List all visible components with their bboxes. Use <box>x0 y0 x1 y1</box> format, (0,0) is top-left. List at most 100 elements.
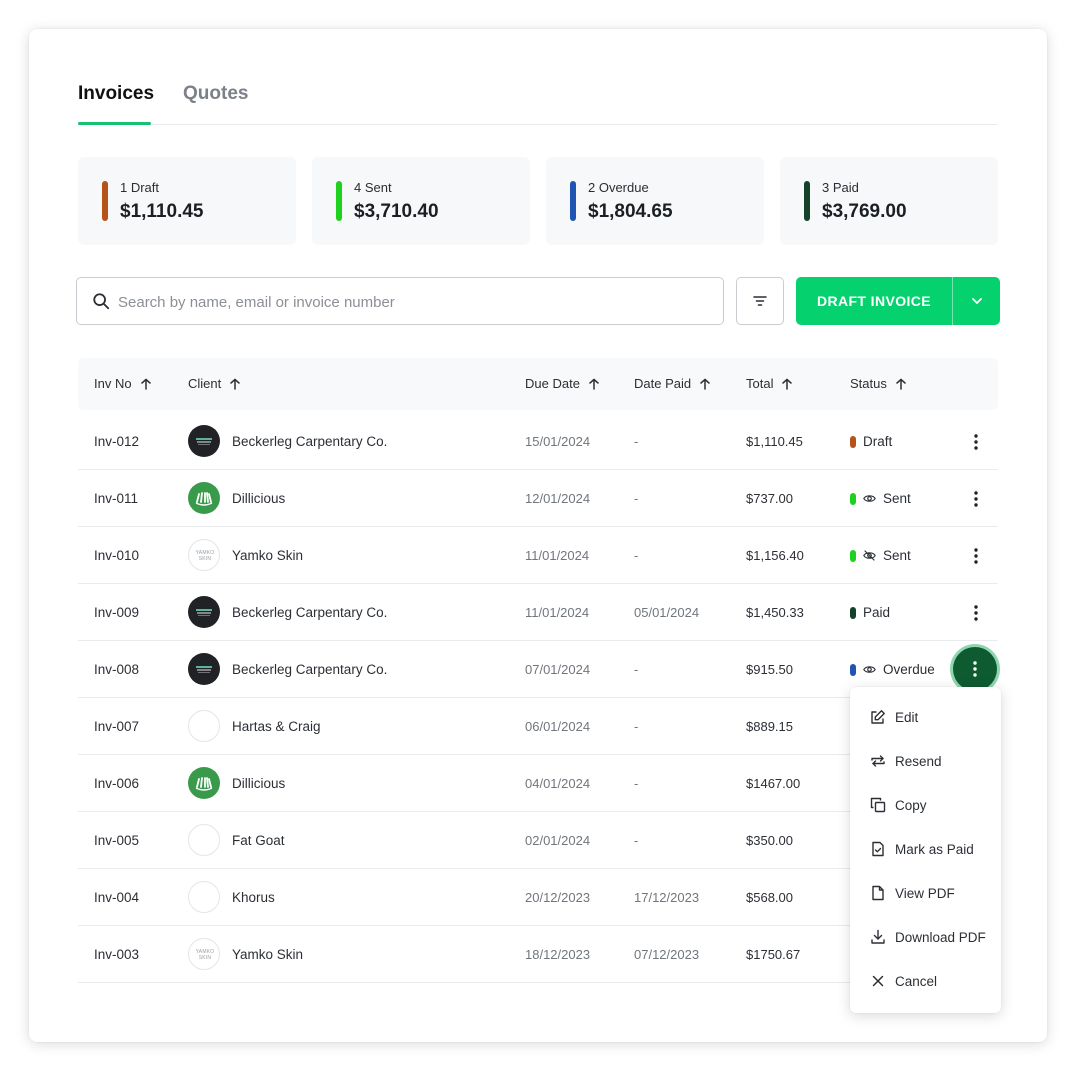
col-due-date[interactable]: Due Date <box>525 358 600 410</box>
search-input[interactable] <box>118 288 708 316</box>
date-paid: - <box>634 662 639 677</box>
kebab-menu-icon <box>974 548 978 564</box>
sort-arrow-icon <box>589 378 599 390</box>
client-name[interactable]: Beckerleg Carpentary Co. <box>232 584 387 641</box>
row-actions-button[interactable] <box>960 426 992 458</box>
menu-item-cancel[interactable]: Cancel <box>850 959 1001 1003</box>
menu-item-label: Cancel <box>895 973 938 989</box>
menu-item-edit[interactable]: Edit <box>850 695 1001 739</box>
table-header: Inv No Client Due Date Date Paid Total S… <box>78 358 998 410</box>
header-label: Due Date <box>525 376 580 391</box>
client-name[interactable]: Beckerleg Carpentary Co. <box>232 413 387 470</box>
invoice-number: Inv-009 <box>94 605 140 620</box>
eye-icon <box>863 663 876 676</box>
menu-item-label: Download PDF <box>895 929 986 945</box>
eye-off-icon <box>863 549 876 562</box>
date-paid: - <box>634 491 639 506</box>
client-name[interactable]: Hartas & Craig <box>232 698 321 755</box>
row-actions-button[interactable] <box>953 647 997 691</box>
summary-amount: $1,110.45 <box>120 201 204 222</box>
row-actions-button[interactable] <box>960 597 992 629</box>
status-indicator <box>850 663 856 676</box>
client-name[interactable]: Khorus <box>232 869 275 926</box>
invoice-number: Inv-010 <box>94 548 140 563</box>
col-status[interactable]: Status <box>850 358 907 410</box>
table-row[interactable]: Inv-010 YAMKO SKIN Yamko Skin 11/01/2024 - $1… <box>78 527 998 584</box>
client-name[interactable]: Yamko Skin <box>232 527 303 584</box>
client-avatar <box>188 425 220 457</box>
due-date: 07/01/2024 <box>525 662 591 677</box>
row-actions-button[interactable] <box>960 483 992 515</box>
tab-quotes[interactable]: Quotes <box>183 83 248 105</box>
date-paid: - <box>634 833 639 848</box>
client-name[interactable]: Fat Goat <box>232 812 285 869</box>
col-inv-no[interactable]: Inv No <box>94 358 152 410</box>
menu-item-view-pdf[interactable]: View PDF <box>850 871 1001 915</box>
col-date-paid[interactable]: Date Paid <box>634 358 711 410</box>
draft-invoice-label[interactable]: DRAFT INVOICE <box>796 277 952 325</box>
status-text: Sent <box>883 548 911 563</box>
summary-cards: 1 Draft $1,110.45 4 Sent $3,710.40 2 Ove… <box>78 157 998 245</box>
due-date: 20/12/2023 <box>525 890 591 905</box>
summary-card-paid[interactable]: 3 Paid $3,769.00 <box>780 157 998 245</box>
menu-item-label: Copy <box>895 797 927 813</box>
filter-button[interactable] <box>736 277 784 325</box>
status-text: Sent <box>883 491 911 506</box>
resend-icon <box>870 753 886 769</box>
search-box <box>76 277 724 325</box>
chevron-down-icon <box>971 298 982 304</box>
mark-paid-icon <box>870 841 886 857</box>
status-indicator <box>850 435 856 448</box>
table-row[interactable]: Inv-009 Beckerleg Carpentary Co. 11/01/202… <box>78 584 998 641</box>
menu-item-resend[interactable]: Resend <box>850 739 1001 783</box>
table-row[interactable]: Inv-011 Dillicious 12/01/2024 - $737.00 Sent <box>78 470 998 527</box>
client-avatar <box>188 767 220 799</box>
invoice-number: Inv-003 <box>94 947 140 962</box>
kebab-menu-icon <box>973 661 977 677</box>
client-name[interactable]: Beckerleg Carpentary Co. <box>232 641 387 698</box>
summary-card-sent[interactable]: 4 Sent $3,710.40 <box>312 157 530 245</box>
client-name[interactable]: Dillicious <box>232 470 285 527</box>
status-color-bar <box>336 181 342 221</box>
table-row[interactable]: Inv-012 Beckerleg Carpentary Co. 15/01/202… <box>78 413 998 470</box>
menu-item-copy[interactable]: Copy <box>850 783 1001 827</box>
invoice-total: $737.00 <box>746 491 793 506</box>
due-date: 04/01/2024 <box>525 776 591 791</box>
status-text: Draft <box>863 434 893 449</box>
date-paid: 17/12/2023 <box>634 890 700 905</box>
active-tab-indicator <box>78 122 151 125</box>
row-actions-button[interactable] <box>960 540 992 572</box>
sort-arrow-icon <box>140 378 151 390</box>
header-label: Status <box>850 376 887 391</box>
client-name[interactable]: Dillicious <box>232 755 285 812</box>
menu-item-mark-as-paid[interactable]: Mark as Paid <box>850 827 1001 871</box>
edit-icon <box>870 709 886 725</box>
summary-amount: $3,769.00 <box>822 201 907 222</box>
invoice-total: $568.00 <box>746 890 793 905</box>
menu-item-label: Edit <box>895 709 919 725</box>
col-client[interactable]: Client <box>188 358 241 410</box>
col-total[interactable]: Total <box>746 358 793 410</box>
summary-card-draft[interactable]: 1 Draft $1,110.45 <box>78 157 296 245</box>
tab-invoices[interactable]: Invoices <box>78 83 154 105</box>
due-date: 18/12/2023 <box>525 947 591 962</box>
summary-label: 4 Sent <box>354 180 392 195</box>
client-avatar <box>188 482 220 514</box>
draft-options-toggle[interactable] <box>953 277 1000 325</box>
invoice-total: $889.15 <box>746 719 793 734</box>
menu-item-download-pdf[interactable]: Download PDF <box>850 915 1001 959</box>
status-color-bar <box>570 181 576 221</box>
menu-item-label: Resend <box>895 753 942 769</box>
client-avatar <box>188 824 220 856</box>
client-avatar <box>188 596 220 628</box>
summary-card-overdue[interactable]: 2 Overdue $1,804.65 <box>546 157 764 245</box>
menu-item-label: Mark as Paid <box>895 841 974 857</box>
header-label: Total <box>746 376 774 391</box>
tab-bar: Invoices Quotes <box>78 83 998 125</box>
close-icon <box>870 973 886 989</box>
date-paid: - <box>634 776 639 791</box>
due-date: 02/01/2024 <box>525 833 591 848</box>
sort-arrow-icon <box>896 378 906 390</box>
client-name[interactable]: Yamko Skin <box>232 926 303 983</box>
client-avatar <box>188 710 220 742</box>
